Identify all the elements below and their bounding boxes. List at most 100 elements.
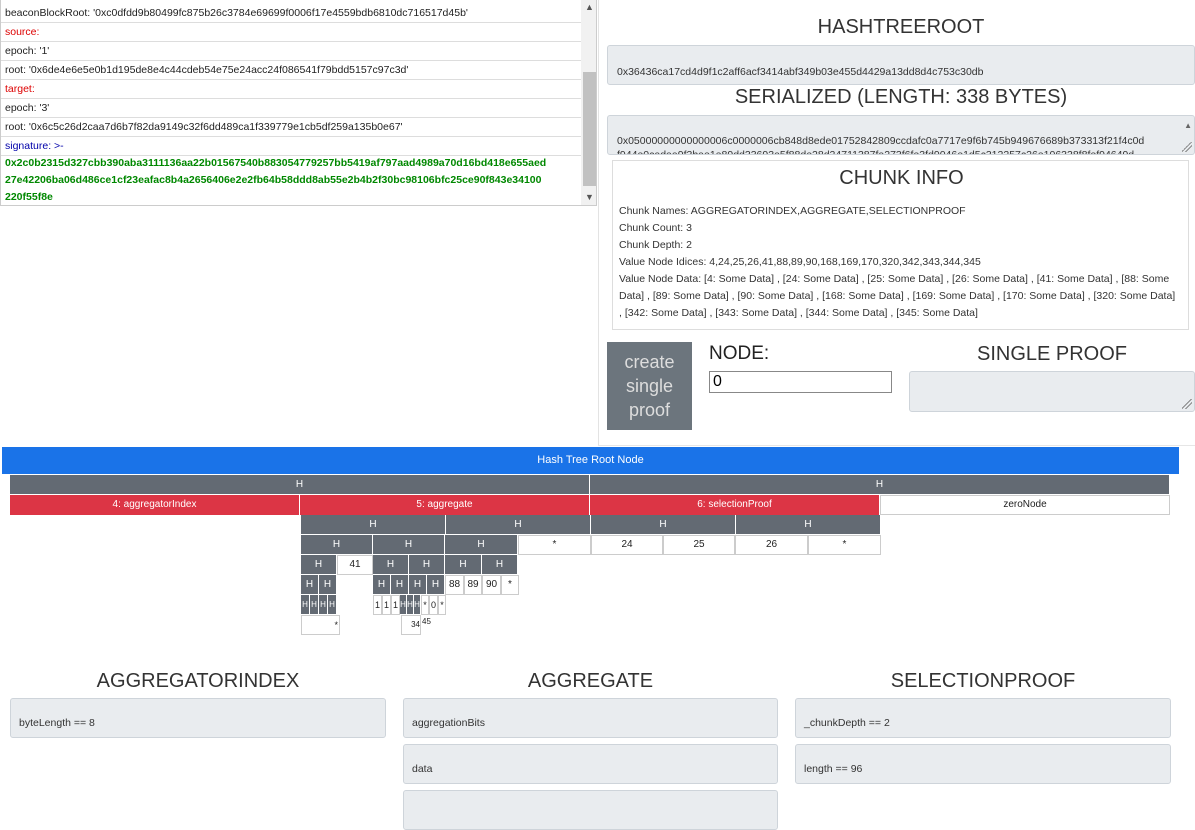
tree-node-hash[interactable]: H [445, 535, 518, 555]
signature-value-line-1: 0x2c0b2315d327cbb390aba3111136aa22b01567… [5, 157, 547, 169]
tree-node-hash[interactable]: H [590, 475, 1170, 495]
tree-node-hash[interactable]: H [373, 535, 445, 555]
signature-value-line-3: 220f55f8e [5, 191, 53, 203]
field-length[interactable]: length == 96 [795, 744, 1171, 784]
tree-node-hash[interactable]: H [301, 575, 319, 595]
tree-value-node[interactable]: 0 [429, 595, 438, 615]
tree-node-hash[interactable]: H [591, 515, 736, 535]
scrollbar-thumb[interactable] [583, 72, 596, 186]
tree-value-node[interactable]: * [421, 595, 429, 615]
field-data[interactable]: data [403, 744, 778, 784]
serialized-line-2: f944e0cadaa9f3bae1e89dd33693a5f88de28d24… [617, 149, 1135, 155]
tree-value-node-343[interactable]: 34 [401, 615, 421, 635]
tree-node-hash[interactable]: H [409, 555, 445, 575]
editor-line-source: source: [1, 23, 581, 42]
tree-value-node-41[interactable]: 41 [337, 555, 373, 575]
tree-node-hash[interactable]: H [414, 595, 421, 615]
editor-line-target-epoch: epoch: '3' [1, 99, 581, 118]
tree-value-node-24[interactable]: 24 [591, 535, 663, 555]
editor-line-target-root: root: '0x6c5c26d2caa7d6b7f82da9149c32f6d… [1, 118, 581, 137]
tree-node-hash[interactable]: H [446, 515, 591, 535]
chunk-count: Chunk Count: 3 [619, 222, 692, 234]
tree-field-aggregate[interactable]: 5: aggregate [300, 495, 590, 515]
resize-handle-icon[interactable] [1182, 142, 1192, 152]
aggregatorindex-title: AGGREGATORINDEX [96, 670, 300, 692]
tree-value-node[interactable]: * [808, 535, 881, 555]
hashtreeroot-output[interactable]: 0x36436ca17cd4d9f1c2aff6acf3414abf349b03… [607, 45, 1195, 85]
tree-field-selectionproof[interactable]: 6: selectionProof [590, 495, 880, 515]
column-divider [598, 0, 599, 446]
node-input[interactable] [709, 371, 892, 393]
selectionproof-title: SELECTIONPROOF [890, 670, 1076, 692]
tree-value-node-88[interactable]: 88 [445, 575, 464, 595]
tree-value-node[interactable]: * [301, 615, 340, 635]
tree-value-node-170[interactable]: 1 [391, 595, 400, 615]
editor-line-source-epoch: epoch: '1' [1, 42, 581, 61]
tree-value-node-89[interactable]: 89 [464, 575, 482, 595]
field-bytelength[interactable]: byteLength == 8 [10, 698, 386, 738]
serialized-output[interactable]: 0x05000000000000006c0000006cb848d8ede017… [607, 115, 1195, 155]
field-chunkdepth[interactable]: _chunkDepth == 2 [795, 698, 1171, 738]
value-node-data: Value Node Data: [4: Some Data] , [24: S… [619, 273, 1176, 319]
single-proof-output[interactable] [909, 371, 1195, 412]
tree-node-hash[interactable]: H [400, 595, 407, 615]
tree-value-node-90[interactable]: 90 [482, 575, 501, 595]
single-proof-title: SINGLE PROOF [976, 343, 1128, 365]
tree-field-aggregatorindex[interactable]: 4: aggregatorIndex [10, 495, 300, 515]
serialized-title: SERIALIZED (LENGTH: 338 BYTES) [734, 86, 1068, 108]
tree-node-hash[interactable]: H [310, 595, 319, 615]
hashtreeroot-title: HASHTREEROOT [817, 16, 985, 38]
create-single-proof-button[interactable]: create single proof [607, 342, 692, 430]
tree-value-node-25[interactable]: 25 [663, 535, 735, 555]
tree-node-hash[interactable]: H [427, 575, 445, 595]
chunk-depth: Chunk Depth: 2 [619, 239, 692, 251]
tree-node-hash[interactable]: H [736, 515, 881, 535]
chevron-up-icon[interactable]: ▲ [1184, 119, 1192, 133]
scroll-down-icon[interactable]: ▼ [581, 190, 596, 204]
resize-handle-icon[interactable] [1182, 399, 1192, 409]
yaml-editor[interactable]: beaconBlockRoot: '0xc0dfdd9b80499fc875b2… [0, 0, 597, 206]
tree-zero-node[interactable]: zeroNode [880, 495, 1170, 515]
tree-value-node-169[interactable]: 1 [382, 595, 391, 615]
tree-node-hash[interactable]: H [301, 555, 337, 575]
tree-node-hash[interactable]: H [482, 555, 518, 575]
tree-value-node[interactable]: * [501, 575, 519, 595]
create-single-proof-label: create single proof [624, 352, 675, 420]
editor-line-source-root: root: '0x6de4e6e5e0b1d195de8e4c44cdeb54e… [1, 61, 581, 80]
tree-node-hash[interactable]: H [409, 575, 427, 595]
tree-node-hash[interactable]: H [373, 575, 391, 595]
tree-node-hash[interactable]: H [373, 555, 409, 575]
field-signature[interactable] [403, 790, 778, 830]
chunk-info-title: CHUNK INFO [839, 167, 964, 189]
tree-node-hash[interactable]: H [328, 595, 337, 615]
tree-value-node[interactable]: * [518, 535, 591, 555]
chunk-info-panel: CHUNK INFO Chunk Names: AGGREGATORINDEX,… [612, 160, 1189, 330]
tree-node-hash[interactable]: H [445, 555, 482, 575]
tree-node-hash[interactable]: H [10, 475, 590, 495]
tree-node-hash[interactable]: H [391, 575, 409, 595]
hashtreeroot-value: 0x36436ca17cd4d9f1c2aff6acf3414abf349b03… [617, 66, 984, 78]
editor-scrollbar[interactable]: ▲ ▼ [581, 0, 596, 205]
tree-node-hash[interactable]: H [319, 575, 337, 595]
tree-node-hash[interactable]: H [301, 535, 373, 555]
section-divider [598, 445, 1195, 446]
aggregate-title: AGGREGATE [527, 670, 654, 692]
editor-line-beaconblockroot: beaconBlockRoot: '0xc0dfdd9b80499fc875b2… [1, 4, 581, 23]
tree-value-node-26[interactable]: 26 [735, 535, 808, 555]
hash-tree-root-node[interactable]: Hash Tree Root Node [2, 447, 1179, 474]
field-aggregationbits[interactable]: aggregationBits [403, 698, 778, 738]
tree-node-hash[interactable]: H [407, 595, 414, 615]
node-label: NODE: [709, 343, 770, 364]
editor-line-target: target: [1, 80, 581, 99]
tree-node-hash[interactable]: H [301, 515, 446, 535]
tree-node-hash[interactable]: H [319, 595, 328, 615]
tree-value-node-345[interactable]: 45 [422, 617, 431, 626]
chunk-names: Chunk Names: AGGREGATORINDEX,AGGREGATE,S… [619, 205, 966, 217]
scroll-up-icon[interactable]: ▲ [581, 0, 596, 14]
tree-value-node[interactable]: * [438, 595, 446, 615]
tree-node-hash[interactable]: H [301, 595, 310, 615]
serialized-line-1: 0x05000000000000006c0000006cb848d8ede017… [617, 135, 1145, 147]
editor-line-signature: signature: >- [1, 137, 581, 156]
tree-value-node-168[interactable]: 1 [373, 595, 382, 615]
signature-value-line-2: 27e42206ba06d486ce1cf23eafac8b4a2656406e… [5, 174, 542, 186]
